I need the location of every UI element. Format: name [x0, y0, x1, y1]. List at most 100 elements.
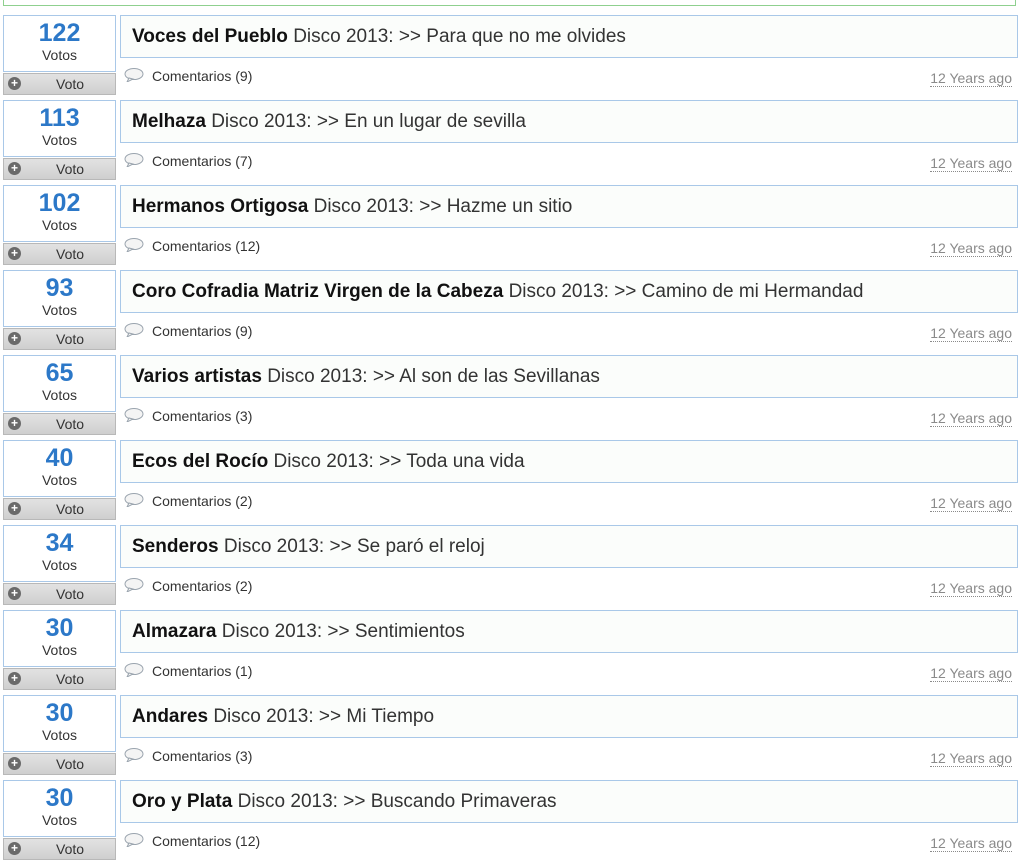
vote-button-label: Voto [56, 161, 85, 177]
speech-bubble-icon [124, 408, 144, 422]
vote-count: 30 [45, 614, 74, 642]
speech-bubble-icon [124, 748, 144, 762]
vote-counter: 30 Votos [3, 610, 116, 667]
vote-button[interactable]: + Voto [3, 838, 116, 860]
entry-title[interactable]: Melhaza Disco 2013: >> En un lugar de se… [120, 100, 1018, 143]
list-item: 93 Votos + Voto Coro Cofradia Matriz Vir… [0, 268, 1024, 353]
timestamp: 12 Years ago [930, 750, 1012, 767]
comments-link[interactable]: Comentarios (3) [152, 748, 252, 764]
vote-button[interactable]: + Voto [3, 753, 116, 775]
plus-circle-icon: + [8, 842, 21, 855]
votes-label: Votos [41, 132, 78, 148]
artist-name[interactable]: Almazara [132, 621, 217, 642]
plus-circle-icon: + [8, 757, 21, 770]
comments-link[interactable]: Comentarios (7) [152, 153, 252, 169]
entry-title[interactable]: Senderos Disco 2013: >> Se paró el reloj [120, 525, 1018, 568]
comments-link[interactable]: Comentarios (2) [152, 493, 252, 509]
vote-count: 113 [39, 104, 80, 132]
artist-name[interactable]: Voces del Pueblo [132, 26, 288, 47]
vote-button[interactable]: + Voto [3, 243, 116, 265]
vote-counter: 30 Votos [3, 780, 116, 837]
vote-button-label: Voto [56, 756, 85, 772]
comments-link[interactable]: Comentarios (9) [152, 68, 252, 84]
comments-link[interactable]: Comentarios (12) [152, 833, 260, 849]
album-text[interactable]: Disco 2013: >> Hazme un sitio [314, 196, 573, 217]
vote-button[interactable]: + Voto [3, 158, 116, 180]
entry-title[interactable]: Varios artistas Disco 2013: >> Al son de… [120, 355, 1018, 398]
vote-button[interactable]: + Voto [3, 328, 116, 350]
vote-counter: 30 Votos [3, 695, 116, 752]
artist-name[interactable]: Andares [132, 706, 208, 727]
artist-name[interactable]: Coro Cofradia Matriz Virgen de la Cabeza [132, 281, 503, 302]
vote-counter: 102 Votos [3, 185, 116, 242]
timestamp: 12 Years ago [930, 70, 1012, 87]
votes-label: Votos [41, 557, 78, 573]
vote-count: 30 [45, 784, 74, 812]
album-text[interactable]: Disco 2013: >> En un lugar de sevilla [211, 111, 526, 132]
plus-circle-icon: + [8, 587, 21, 600]
artist-name[interactable]: Melhaza [132, 111, 206, 132]
entry-title[interactable]: Oro y Plata Disco 2013: >> Buscando Prim… [120, 780, 1018, 823]
vote-count: 65 [45, 359, 74, 387]
comments-link[interactable]: Comentarios (1) [152, 663, 252, 679]
list-item: 30 Votos + Voto Andares Disco 2013: >> M… [0, 693, 1024, 778]
vote-button-label: Voto [56, 501, 85, 517]
artist-name[interactable]: Senderos [132, 536, 219, 557]
comments-link[interactable]: Comentarios (9) [152, 323, 252, 339]
votes-label: Votos [41, 302, 78, 318]
list-item: 113 Votos + Voto Melhaza Disco 2013: >> … [0, 98, 1024, 183]
entry-title[interactable]: Voces del Pueblo Disco 2013: >> Para que… [120, 15, 1018, 58]
entry-title[interactable]: Coro Cofradia Matriz Virgen de la Cabeza… [120, 270, 1018, 313]
album-text[interactable]: Disco 2013: >> Camino de mi Hermandad [509, 281, 864, 302]
timestamp: 12 Years ago [930, 410, 1012, 427]
plus-circle-icon: + [8, 417, 21, 430]
speech-bubble-icon [124, 323, 144, 337]
speech-bubble-icon [124, 578, 144, 592]
vote-button-label: Voto [56, 331, 85, 347]
vote-button[interactable]: + Voto [3, 73, 116, 95]
comments-link[interactable]: Comentarios (3) [152, 408, 252, 424]
artist-name[interactable]: Varios artistas [132, 366, 262, 387]
speech-bubble-icon [124, 153, 144, 167]
album-text[interactable]: Disco 2013: >> Se paró el reloj [224, 536, 485, 557]
list-item: 122 Votos + Voto Voces del Pueblo Disco … [0, 13, 1024, 98]
vote-button[interactable]: + Voto [3, 413, 116, 435]
comments-link[interactable]: Comentarios (12) [152, 238, 260, 254]
list-item: 34 Votos + Voto Senderos Disco 2013: >> … [0, 523, 1024, 608]
vote-count: 30 [45, 699, 74, 727]
list-item: 65 Votos + Voto Varios artistas Disco 20… [0, 353, 1024, 438]
entry-title[interactable]: Ecos del Rocío Disco 2013: >> Toda una v… [120, 440, 1018, 483]
vote-button-label: Voto [56, 671, 85, 687]
album-text[interactable]: Disco 2013: >> Buscando Primaveras [238, 791, 557, 812]
entry-title[interactable]: Almazara Disco 2013: >> Sentimientos [120, 610, 1018, 653]
entry-title[interactable]: Andares Disco 2013: >> Mi Tiempo [120, 695, 1018, 738]
vote-count: 40 [45, 444, 74, 472]
votes-label: Votos [41, 472, 78, 488]
vote-count: 102 [38, 189, 81, 217]
album-text[interactable]: Disco 2013: >> Toda una vida [273, 451, 524, 472]
votes-label: Votos [41, 47, 78, 63]
entry-title[interactable]: Hermanos Ortigosa Disco 2013: >> Hazme u… [120, 185, 1018, 228]
vote-count: 93 [45, 274, 74, 302]
album-text[interactable]: Disco 2013: >> Al son de las Sevillanas [267, 366, 600, 387]
vote-list: 122 Votos + Voto Voces del Pueblo Disco … [0, 13, 1024, 863]
vote-button[interactable]: + Voto [3, 668, 116, 690]
album-text[interactable]: Disco 2013: >> Sentimientos [222, 621, 465, 642]
votes-label: Votos [41, 727, 78, 743]
plus-circle-icon: + [8, 77, 21, 90]
timestamp: 12 Years ago [930, 580, 1012, 597]
album-text[interactable]: Disco 2013: >> Para que no me olvides [293, 26, 626, 47]
timestamp: 12 Years ago [930, 325, 1012, 342]
artist-name[interactable]: Ecos del Rocío [132, 451, 268, 472]
comments-link[interactable]: Comentarios (2) [152, 578, 252, 594]
album-text[interactable]: Disco 2013: >> Mi Tiempo [213, 706, 434, 727]
speech-bubble-icon [124, 663, 144, 677]
list-item: 40 Votos + Voto Ecos del Rocío Disco 201… [0, 438, 1024, 523]
vote-button[interactable]: + Voto [3, 498, 116, 520]
vote-counter: 122 Votos [3, 15, 116, 72]
votes-label: Votos [41, 217, 78, 233]
vote-button[interactable]: + Voto [3, 583, 116, 605]
timestamp: 12 Years ago [930, 155, 1012, 172]
artist-name[interactable]: Oro y Plata [132, 791, 232, 812]
artist-name[interactable]: Hermanos Ortigosa [132, 196, 308, 217]
